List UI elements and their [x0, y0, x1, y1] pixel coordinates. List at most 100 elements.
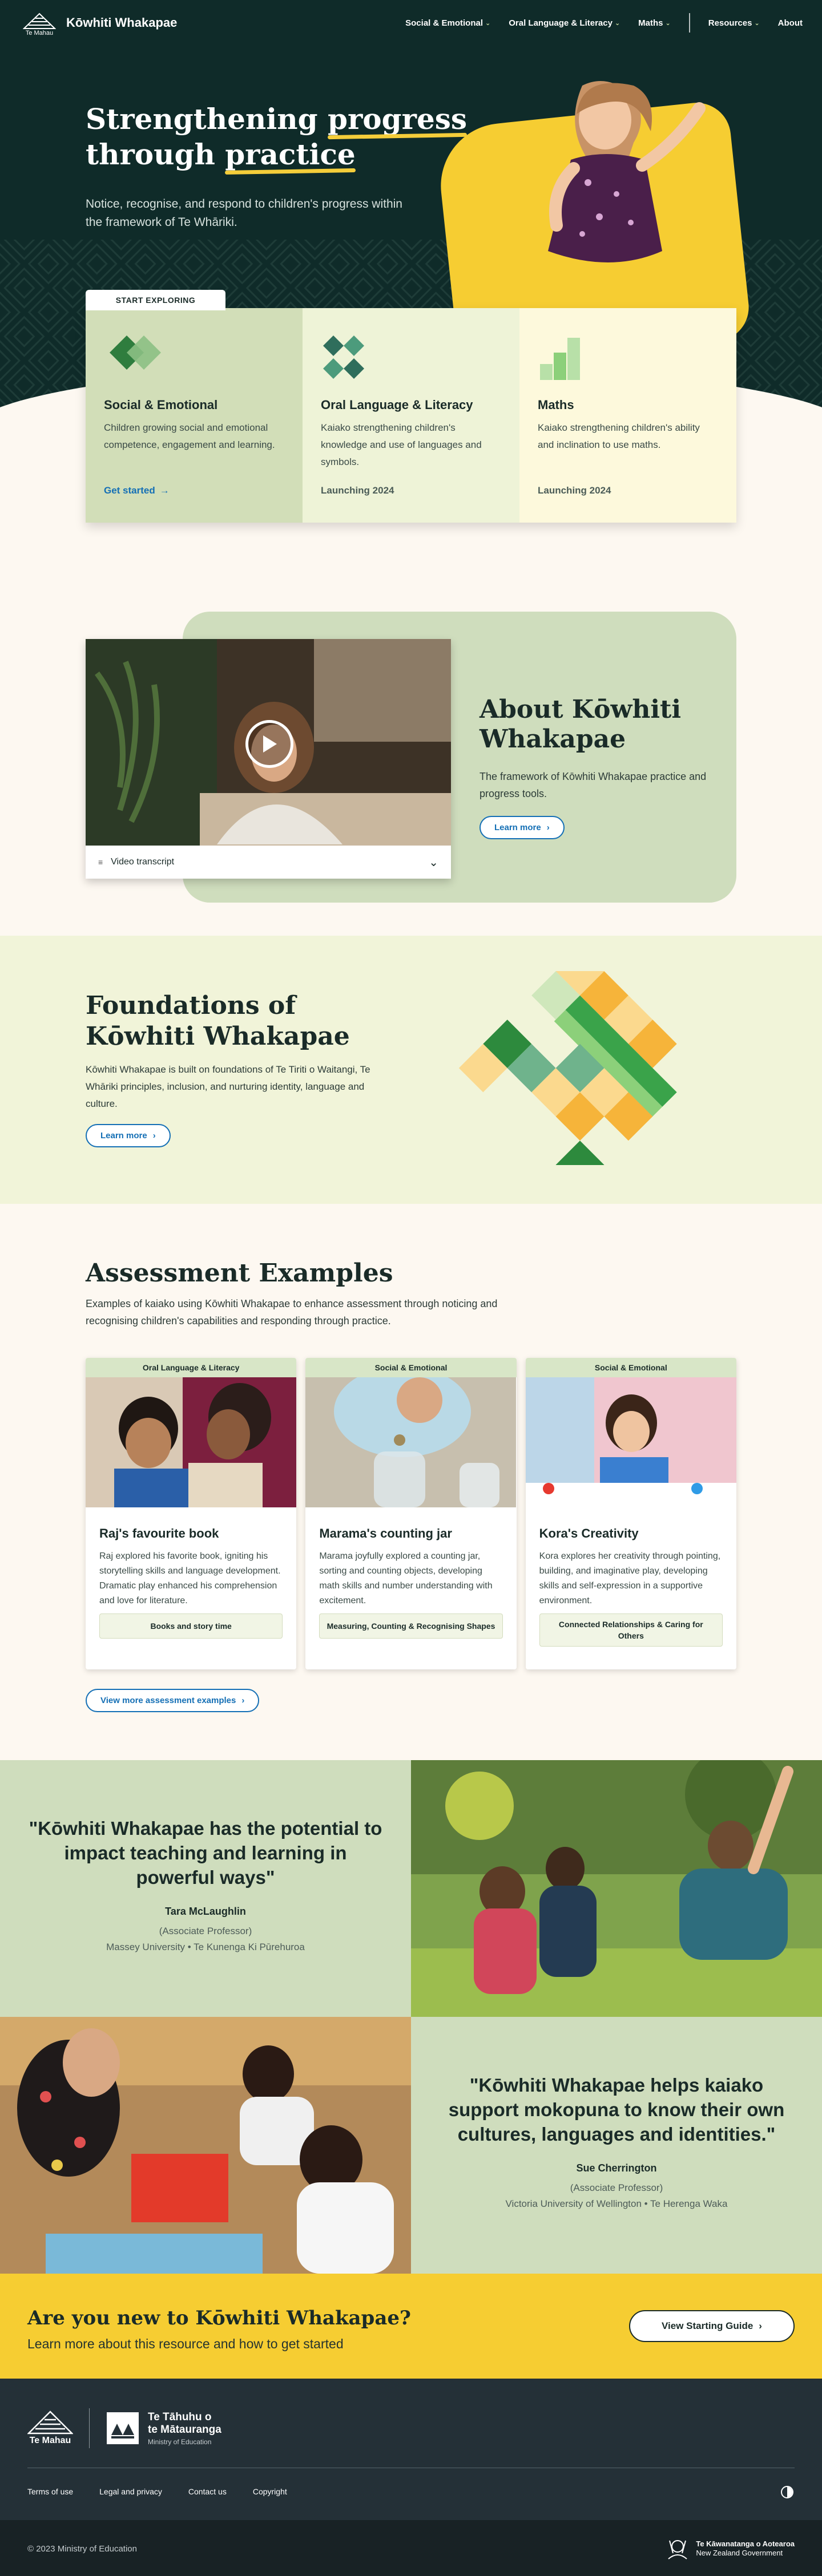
category-title: Maths [538, 398, 574, 412]
footer-bottom-bar: © 2023 Ministry of Education Te Kāwanata… [0, 2520, 822, 2576]
play-button[interactable] [245, 720, 293, 768]
launching-label: Launching 2024 [321, 485, 394, 496]
nav-label: Oral Language & Literacy [509, 18, 613, 28]
card-description: Kora explores her creativity through poi… [539, 1551, 721, 1606]
link-label: Get started [104, 485, 155, 496]
card-title: Marama's counting jar [319, 1526, 452, 1540]
about-section: ≡ Video transcript ⌄ About Kōwhiti Whaka… [0, 559, 822, 936]
footer-link-contact[interactable]: Contact us [188, 2487, 227, 2496]
hero-title-part: through [86, 138, 225, 171]
category-title: Social & Emotional [104, 398, 218, 412]
card-title: Kora's Creativity [539, 1526, 639, 1540]
nav-divider [688, 13, 690, 33]
footer-te-mahau-logo[interactable]: Te Mahau [27, 2411, 73, 2446]
start-exploring-tab: START EXPLORING [86, 290, 225, 310]
foundations-description: Kōwhiti Whakapae is built on foundations… [86, 1064, 370, 1109]
nav-social-emotional[interactable]: Social & Emotional ⌄ [405, 18, 490, 28]
category-cards: Social & Emotional Children growing soci… [86, 308, 736, 523]
hero-title-highlight: progress [328, 102, 468, 136]
assessment-card-marama[interactable]: Social & Emotional Marama's counting jar… [305, 1358, 517, 1669]
nav-resources[interactable]: Resources ⌄ [708, 18, 760, 28]
hero-child-image [548, 81, 706, 262]
card-learning-chip: Measuring, Counting & Recognising Shapes [319, 1613, 503, 1639]
site-logo[interactable]: Te Mahau Kōwhiti Whakapae [19, 9, 177, 37]
quote-role: (Associate Professor) [159, 1926, 252, 1936]
nav-label: Resources [708, 18, 752, 28]
view-starting-guide-button[interactable]: View Starting Guide › [629, 2310, 795, 2342]
cta-description: Learn more about this resource and how t… [27, 2336, 344, 2351]
ministry-name-line1: Te Tāhuhu o [148, 2411, 212, 2423]
chevron-right-icon: › [546, 823, 550, 832]
quote-block-1: "Kōwhiti Whakapae has the potential to i… [29, 1816, 382, 1955]
foundations-learn-more-button[interactable]: Learn more › [86, 1124, 171, 1147]
footer-links: Terms of use Legal and privacy Contact u… [27, 2487, 287, 2496]
nav-label: About [777, 18, 803, 28]
cta-title: Are you new to Kōwhiti Whakapae? [27, 2307, 411, 2330]
card-category-tag: Social & Emotional [305, 1358, 517, 1377]
view-more-examples-button[interactable]: View more assessment examples › [86, 1689, 260, 1712]
photo-children-playing [0, 2017, 411, 2274]
chevron-right-icon: › [241, 1696, 245, 1705]
chevron-down-icon: ⌄ [614, 19, 620, 27]
assessment-card-raj[interactable]: Oral Language & Literacy Raj's favourite… [86, 1358, 297, 1669]
ministry-name-english: Ministry of Education [148, 2437, 212, 2446]
get-started-link[interactable]: Get started → [104, 485, 170, 496]
category-card-maths[interactable]: Maths Kaiako strengthening children's ab… [519, 308, 736, 523]
launching-label: Launching 2024 [538, 485, 611, 496]
assessment-cards: Oral Language & Literacy Raj's favourite… [86, 1358, 736, 1669]
top-nav: Te Mahau Kōwhiti Whakapae Social & Emoti… [0, 0, 822, 46]
chevron-right-icon: › [759, 2320, 762, 2331]
photo-children-garden [411, 1760, 822, 2017]
category-card-oral-language[interactable]: Oral Language & Literacy Kaiako strength… [303, 308, 519, 523]
quote-role: (Associate Professor) [570, 2182, 663, 2193]
foundations-section: Foundations of Kōwhiti Whakapae Kōwhiti … [0, 936, 822, 1204]
contrast-toggle-icon[interactable] [781, 2486, 793, 2498]
hero-subtitle: Notice, recognise, and respond to childr… [86, 197, 402, 229]
footer-link-terms[interactable]: Terms of use [27, 2487, 73, 2496]
button-label: Learn more [100, 1131, 147, 1141]
quote-text: "Kōwhiti Whakapae has the potential to i… [29, 1818, 382, 1888]
te-mahau-logo: Te Mahau [19, 9, 59, 37]
category-card-social-emotional[interactable]: Social & Emotional Children growing soci… [86, 308, 303, 523]
ministry-logo[interactable]: Te Tāhuhu o te Mātauranga Ministry of Ed… [106, 2411, 221, 2446]
quote-organisation: Victoria University of Wellington • Te H… [505, 2198, 728, 2209]
hero-title-part: Strengthening [86, 102, 328, 136]
nz-government-logo[interactable]: Te Kāwanatanga o Aotearoa New Zealand Go… [665, 2536, 795, 2561]
footer-link-copyright[interactable]: Copyright [253, 2487, 287, 2496]
nav-maths[interactable]: Maths ⌄ [638, 18, 671, 28]
hero-title-highlight: practice [225, 138, 356, 171]
card-category-tag: Social & Emotional [525, 1358, 736, 1377]
assessment-card-kora[interactable]: Social & Emotional Kora's Creativity Kor… [525, 1358, 736, 1669]
nav-about[interactable]: About [778, 18, 803, 28]
category-description: Children growing social and emotional co… [104, 422, 275, 450]
oral-language-icon [323, 335, 364, 379]
arrow-right-icon: → [159, 485, 170, 496]
nav-label: Maths [638, 18, 663, 28]
te-mahau-icon [27, 2411, 73, 2435]
footer-logo-text: Te Mahau [29, 2436, 71, 2445]
play-icon [263, 735, 277, 753]
site-footer: Te Mahau Te Tāhuhu o te Mātauranga Minis… [0, 2379, 822, 2520]
video-thumbnail[interactable] [86, 639, 451, 846]
assessment-description: Examples of kaiako using Kōwhiti Whakapa… [86, 1298, 498, 1327]
nav-links: Social & Emotional ⌄ Oral Language & Lite… [405, 13, 803, 33]
testimonials-section: "Kōwhiti Whakapae has the potential to i… [0, 1760, 822, 2274]
about-title: About Kōwhiti Whakapae [480, 695, 682, 754]
nav-oral-language[interactable]: Oral Language & Literacy ⌄ [509, 18, 620, 28]
transcript-icon: ≡ [98, 858, 103, 867]
category-title: Oral Language & Literacy [321, 398, 473, 412]
footer-logos: Te Mahau Te Tāhuhu o te Mātauranga Minis… [27, 2408, 221, 2448]
video-transcript-toggle[interactable]: ≡ Video transcript ⌄ [86, 846, 451, 879]
ministry-crest-icon [107, 2412, 139, 2444]
card-category-tag: Oral Language & Literacy [86, 1358, 297, 1377]
video-transcript-label: Video transcript [111, 857, 175, 867]
foundations-pattern-art [458, 971, 677, 1165]
chevron-down-icon: ⌄ [665, 19, 671, 27]
about-learn-more-button[interactable]: Learn more › [480, 816, 565, 839]
assessment-section: Assessment Examples Examples of kaiako u… [0, 1204, 822, 1760]
footer-logo-divider [89, 2408, 90, 2448]
card-body: Marama's counting jar Marama joyfully ex… [305, 1510, 516, 1608]
footer-link-legal[interactable]: Legal and privacy [99, 2487, 162, 2496]
hero-title: Strengthening progress through practice [86, 102, 467, 172]
ministry-name-line2: te Mātauranga [148, 2423, 221, 2436]
